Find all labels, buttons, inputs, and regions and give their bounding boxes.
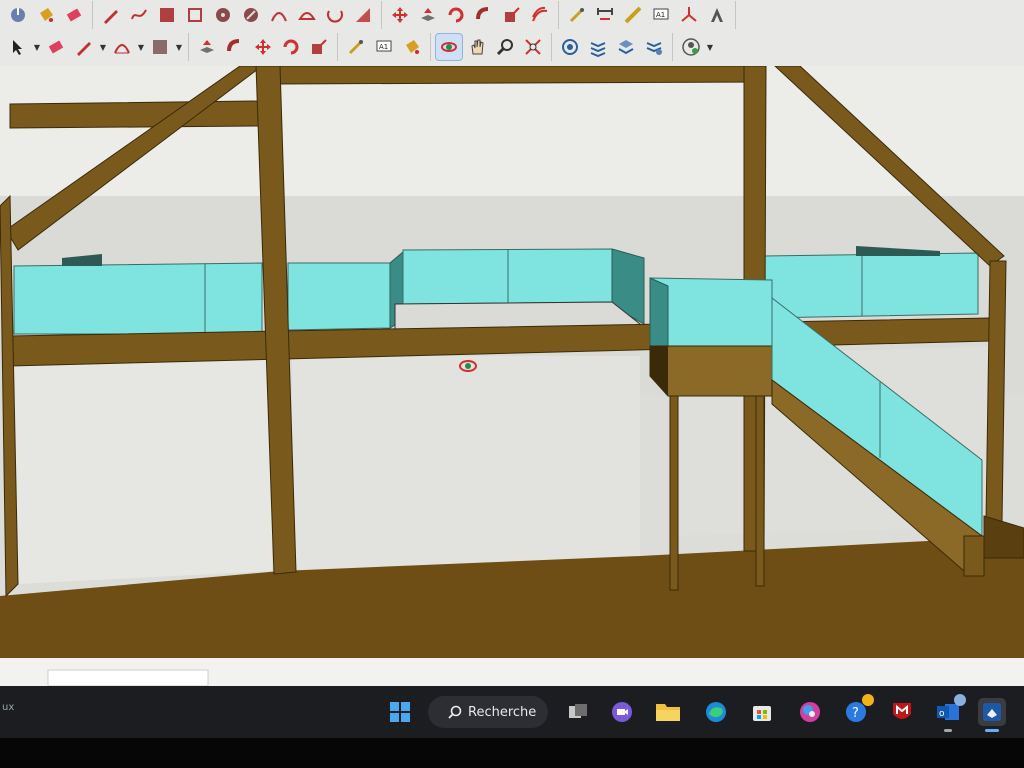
push-pull-icon[interactable] — [194, 34, 220, 60]
arc-icon[interactable] — [266, 2, 292, 28]
orbit-icon[interactable] — [435, 33, 463, 61]
landing-leg-front — [669, 395, 679, 591]
text-tool-label: A1 — [379, 43, 388, 51]
protractor-icon[interactable] — [620, 2, 646, 28]
stair-base — [963, 535, 985, 577]
push-pull-icon[interactable] — [415, 2, 441, 28]
follow-me-icon[interactable] — [471, 2, 497, 28]
svg-text:?: ? — [852, 706, 859, 721]
scale-icon[interactable] — [306, 34, 332, 60]
move-icon[interactable] — [387, 2, 413, 28]
zoom-extents-icon[interactable] — [520, 34, 546, 60]
paint-bucket-icon[interactable] — [399, 34, 425, 60]
select-icon[interactable] — [5, 34, 31, 60]
chevron-down-icon[interactable]: ▼ — [98, 34, 108, 60]
tape-icon[interactable] — [564, 2, 590, 28]
landing-railing-side — [649, 277, 669, 347]
rotated-rectangle-icon[interactable] — [182, 2, 208, 28]
glass-railing-left — [13, 262, 263, 335]
mcafee-icon[interactable] — [888, 698, 916, 726]
text-tool-label: A1 — [656, 11, 665, 19]
axes-icon[interactable] — [676, 2, 702, 28]
paint-icon[interactable] — [796, 698, 824, 726]
screen-bezel — [0, 738, 1024, 768]
notification-badge — [862, 694, 874, 706]
model-viewport[interactable] — [0, 66, 1024, 686]
offset-icon[interactable] — [222, 34, 248, 60]
landing-leg-back — [755, 395, 765, 587]
circle-icon[interactable] — [210, 2, 236, 28]
back-wall-left — [10, 356, 272, 584]
extension-warehouse-icon[interactable] — [585, 34, 611, 60]
sketchup-icon[interactable] — [978, 698, 1006, 732]
offset-icon[interactable] — [527, 2, 553, 28]
meet-icon[interactable] — [608, 698, 636, 726]
outlook-icon[interactable]: o — [934, 694, 966, 732]
upper-beam-left — [9, 100, 261, 129]
account-icon[interactable] — [678, 34, 704, 60]
stair-landing-floor — [983, 515, 1024, 559]
search-icon — [448, 705, 462, 719]
toolbar-row-1: A1 — [0, 0, 736, 30]
edge-icon[interactable] — [702, 698, 730, 726]
model-scene — [0, 66, 1024, 686]
store-icon[interactable] — [748, 698, 776, 726]
two-point-arc-icon[interactable] — [294, 2, 320, 28]
arc-icon[interactable] — [109, 34, 135, 60]
chevron-down-icon[interactable]: ▼ — [136, 34, 146, 60]
styles-icon[interactable] — [641, 34, 667, 60]
landing-box — [649, 345, 773, 397]
three-point-arc-icon[interactable] — [322, 2, 348, 28]
chevron-down-icon[interactable]: ▼ — [705, 34, 715, 60]
eraser-icon[interactable] — [43, 34, 69, 60]
scale-icon[interactable] — [499, 2, 525, 28]
rectangle-icon[interactable] — [147, 34, 173, 60]
toolbar-area: A1 ▼ ▼ ▼ ▼ A1 ▼ — [0, 0, 1024, 66]
toolbar-row-2: ▼ ▼ ▼ ▼ A1 ▼ — [0, 32, 719, 62]
line-icon[interactable] — [71, 34, 97, 60]
top-beam — [274, 66, 761, 85]
glass-railing-right — [763, 252, 979, 319]
rotate-icon[interactable] — [443, 2, 469, 28]
svg-text:o: o — [939, 709, 945, 719]
3d-text-icon[interactable] — [704, 2, 730, 28]
running-indicator — [944, 729, 952, 732]
polygon-icon[interactable] — [238, 2, 264, 28]
eraser-icon[interactable] — [61, 2, 87, 28]
measurements-box[interactable] — [47, 669, 209, 686]
taskbar-search[interactable]: Recherche — [428, 696, 548, 728]
pencil-icon[interactable] — [98, 2, 124, 28]
tape-measure-icon[interactable] — [5, 2, 31, 28]
glass-railing-center-left — [287, 262, 391, 331]
chevron-down-icon[interactable]: ▼ — [32, 34, 42, 60]
taskbar: ux Recherche ? o — [0, 686, 1024, 738]
text-icon[interactable]: A1 — [371, 34, 397, 60]
warehouse-icon[interactable] — [557, 34, 583, 60]
rotate-icon[interactable] — [278, 34, 304, 60]
task-view-icon[interactable] — [564, 698, 592, 726]
dimension-icon[interactable] — [592, 2, 618, 28]
text-icon[interactable]: A1 — [648, 2, 674, 28]
back-wall-center — [292, 356, 640, 571]
search-label: Recherche — [468, 704, 537, 720]
layers-icon[interactable] — [613, 34, 639, 60]
tape-measure-icon[interactable] — [343, 34, 369, 60]
file-explorer-icon[interactable] — [654, 698, 682, 726]
rectangle-icon[interactable] — [154, 2, 180, 28]
active-indicator — [985, 729, 999, 732]
help-icon[interactable]: ? — [842, 694, 874, 726]
post-far-right — [985, 260, 1007, 522]
pie-icon[interactable] — [350, 2, 376, 28]
chevron-down-icon[interactable]: ▼ — [174, 34, 184, 60]
pan-icon[interactable] — [464, 34, 490, 60]
zoom-icon[interactable] — [492, 34, 518, 60]
freehand-icon[interactable] — [126, 2, 152, 28]
notification-badge — [954, 694, 966, 706]
windows-start-icon[interactable] — [386, 698, 414, 726]
move-icon[interactable] — [250, 34, 276, 60]
paint-bucket-icon[interactable] — [33, 2, 59, 28]
taskbar-left-text: ux — [2, 702, 15, 713]
